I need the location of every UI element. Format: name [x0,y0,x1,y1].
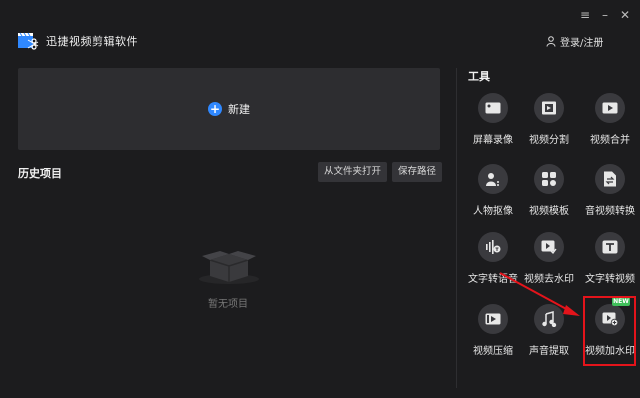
menu-icon[interactable]: ≡ [578,8,592,22]
music-note-icon [534,304,564,334]
tool-audio-extract[interactable]: 声音提取 [518,304,580,366]
compress-video-icon [478,304,508,334]
open-folder-button[interactable]: 从文件夹打开 [318,162,388,182]
divider [456,68,457,388]
tool-text-to-video[interactable]: 文字转视频 [579,232,640,294]
screen-record-icon [478,93,508,123]
new-project-label: 新建 [228,103,250,116]
minimize-icon[interactable]: – [598,8,612,22]
history-title: 历史项目 [18,167,62,180]
empty-box-icon [199,251,259,284]
remove-watermark-icon [534,232,564,262]
tool-label: 音视频转换 [585,206,635,217]
user-icon [546,36,556,47]
tool-video-template[interactable]: 视频模板 [518,164,580,226]
highlight-box [583,296,636,366]
login-label: 登录/注册 [560,38,604,49]
save-path-button[interactable]: 保存路径 [392,162,443,182]
person-cutout-icon [478,164,508,194]
tool-av-convert[interactable]: 音视频转换 [579,164,640,226]
play-merge-icon [595,93,625,123]
audio-wave-icon [478,232,508,262]
new-project-button[interactable]: + 新建 [208,101,250,117]
app-logo-icon [18,32,39,50]
close-icon[interactable]: ✕ [618,8,632,22]
new-project-panel[interactable]: + 新建 [18,68,440,150]
tool-video-merge[interactable]: 视频合并 [579,93,640,155]
template-grid-icon [534,164,564,194]
text-t-icon [595,232,625,262]
app-title: 迅捷视频剪辑软件 [46,35,138,48]
tool-remove-watermark[interactable]: 视频去水印 [518,232,580,294]
login-button[interactable]: 登录/注册 [546,34,603,49]
title-bar: 迅捷视频剪辑软件 ≡ – ✕ 登录/注册 [0,0,640,60]
tools-title: 工具 [468,70,490,83]
convert-file-icon [595,164,625,194]
empty-text: 暂无项目 [208,299,248,310]
tool-label: 文字转视频 [585,274,635,285]
tool-label: 视频合并 [590,135,630,146]
plus-icon: + [208,102,222,116]
film-split-icon [534,93,564,123]
tool-video-split[interactable]: 视频分割 [518,93,580,155]
